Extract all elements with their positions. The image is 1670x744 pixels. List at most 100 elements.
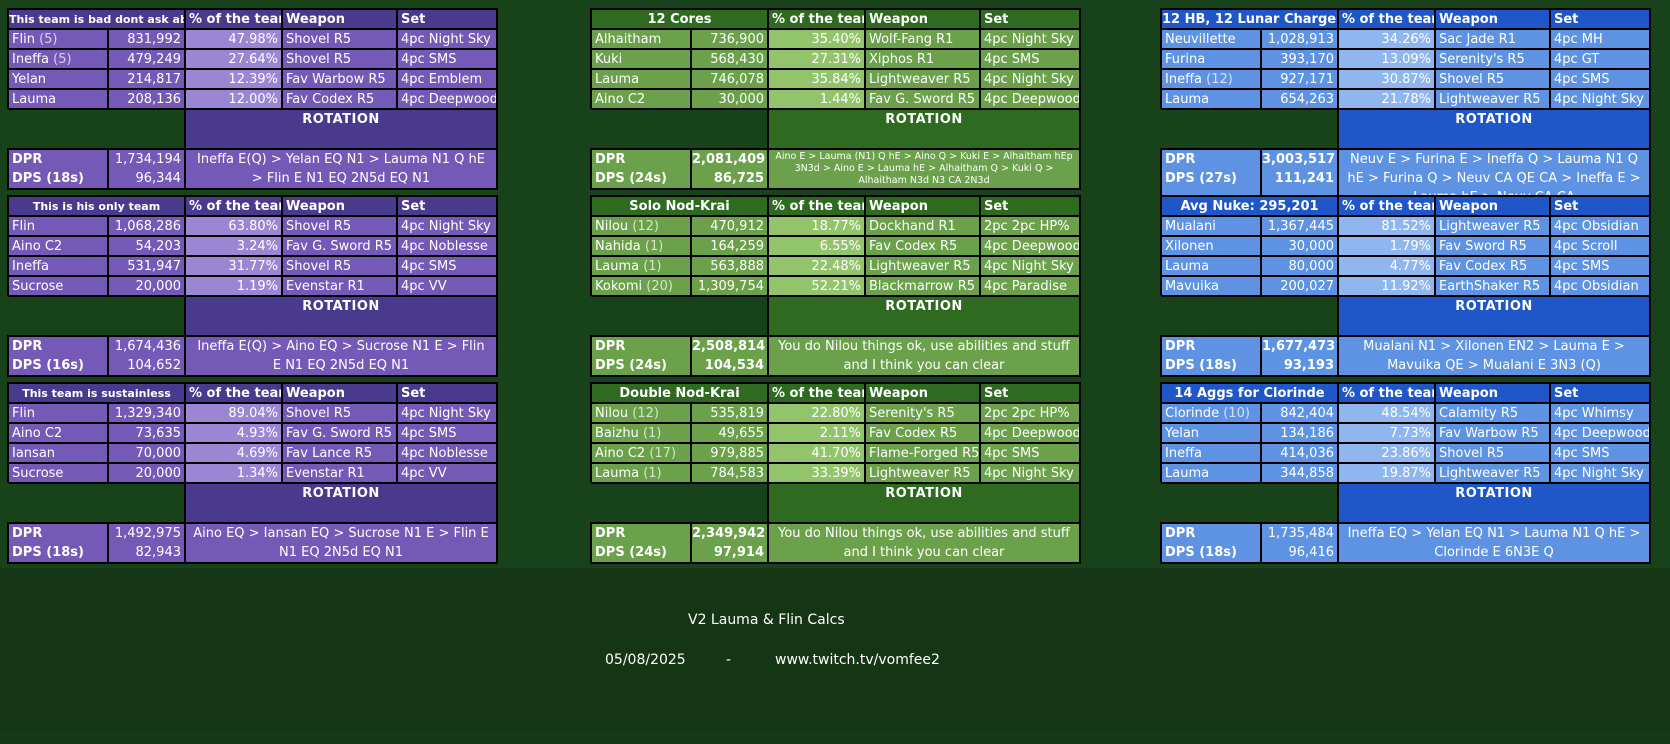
member-damage: 979,885: [690, 442, 767, 462]
dpr-label: DPR: [595, 526, 626, 541]
set-header: Set: [396, 8, 496, 28]
member-damage: 30,000: [690, 88, 767, 108]
member-percent: 27.31%: [767, 48, 864, 68]
member-set: 4pc VV: [396, 275, 496, 295]
rotation-header: ROTATION: [184, 295, 496, 335]
stat-values: 1,492,975 82,943: [107, 522, 184, 562]
member-percent: 63.80%: [184, 215, 281, 235]
member-weapon: Shovel R5: [281, 402, 396, 422]
dpr-label: DPR: [595, 339, 626, 354]
member-damage: 842,404: [1260, 402, 1337, 422]
member-set: 4pc Emblem: [396, 68, 496, 88]
member-damage: 214,817: [107, 68, 184, 88]
dps-value: 104,652: [127, 358, 181, 373]
member-note: (1): [643, 466, 662, 481]
member-percent: 4.77%: [1337, 255, 1434, 275]
dps-label: DPS (18s): [12, 545, 84, 560]
dpr-label: DPR: [1165, 526, 1196, 541]
weapon-header: Weapon: [864, 195, 979, 215]
member-weapon: Fav G. Sword R5: [281, 422, 396, 442]
member-name-text: Sucrose: [12, 279, 64, 294]
rotation-header: ROTATION: [1337, 295, 1649, 335]
member-name-text: Yelan: [1165, 426, 1200, 441]
member-set: 4pc Obsidian: [1549, 215, 1649, 235]
member-weapon: Lightweaver R5: [864, 255, 979, 275]
member-name: Ineffa: [1160, 442, 1260, 462]
member-name-text: Alhaitham: [595, 32, 662, 47]
member-set: 2pc 2pc HP%: [979, 215, 1079, 235]
weapon-header: Weapon: [281, 195, 396, 215]
member-name-text: Neuvillette: [1165, 32, 1236, 47]
dps-label: DPS (18s): [1165, 545, 1237, 560]
member-percent: 22.48%: [767, 255, 864, 275]
member-percent: 4.69%: [184, 442, 281, 462]
member-percent: 41.70%: [767, 442, 864, 462]
member-percent: 13.09%: [1337, 48, 1434, 68]
member-damage: 80,000: [1260, 255, 1337, 275]
member-damage: 414,036: [1260, 442, 1337, 462]
member-set: 2pc 2pc HP%: [979, 402, 1079, 422]
member-weapon: Fav Codex R5: [281, 88, 396, 108]
member-weapon: Lightweaver R5: [864, 68, 979, 88]
member-note: (5): [39, 32, 58, 47]
member-weapon: Lightweaver R5: [864, 462, 979, 482]
member-weapon: Shovel R5: [281, 255, 396, 275]
member-set: 4pc Night Sky: [979, 68, 1079, 88]
rotation-spacer: [7, 108, 184, 148]
team-table: Avg Nuke: 295,201% of the teamWeaponSet M…: [1160, 195, 1651, 377]
member-weapon: EarthShaker R5: [1434, 275, 1549, 295]
team-title: Avg Nuke: 295,201: [1160, 195, 1337, 215]
rotation-spacer: [1160, 108, 1337, 148]
member-weapon: Calamity R5: [1434, 402, 1549, 422]
pct-header: % of the team: [1337, 8, 1434, 28]
member-percent: 19.87%: [1337, 462, 1434, 482]
team-table: This is his only team% of the teamWeapon…: [7, 195, 498, 377]
dps-value: 104,534: [704, 358, 764, 373]
footer-separator: -: [726, 652, 732, 668]
member-weapon: Fav Codex R5: [864, 422, 979, 442]
member-name-text: Lauma: [595, 72, 640, 87]
dps-label: DPS (18s): [12, 171, 84, 186]
rotation-header: ROTATION: [767, 482, 1079, 522]
rotation-spacer: [7, 295, 184, 335]
footer-date: 05/08/2025: [605, 652, 686, 668]
set-header: Set: [1549, 382, 1649, 402]
member-set: 4pc Noblesse: [396, 442, 496, 462]
rotation-spacer: [590, 295, 767, 335]
member-name: Aino C2: [590, 88, 690, 108]
member-set: 4pc Deepwood: [396, 88, 496, 108]
member-name: Yelan: [1160, 422, 1260, 442]
member-name: Ineffa: [7, 255, 107, 275]
rotation-text: You do Nilou things ok, use abilities an…: [767, 335, 1079, 375]
member-weapon: Flame-Forged R5: [864, 442, 979, 462]
member-name: Lauma: [1160, 462, 1260, 482]
member-name: Aino C2 (17): [590, 442, 690, 462]
member-damage: 134,186: [1260, 422, 1337, 442]
team-table: Double Nod-Krai% of the teamWeaponSet Nil…: [590, 382, 1081, 564]
member-set: 4pc SMS: [396, 48, 496, 68]
member-percent: 18.77%: [767, 215, 864, 235]
rotation-header: ROTATION: [184, 482, 496, 522]
member-weapon: Lightweaver R5: [1434, 88, 1549, 108]
member-name-text: Ineffa: [1165, 72, 1202, 87]
member-name-text: Aino C2: [595, 92, 646, 107]
member-name: Kuki: [590, 48, 690, 68]
member-set: 4pc Night Sky: [396, 215, 496, 235]
rotation-text: Aino EQ > Iansan EQ > Sucrose N1 E > Fli…: [184, 522, 496, 562]
team-title: Solo Nod-Krai: [590, 195, 767, 215]
rotation-spacer: [590, 108, 767, 148]
member-percent: 12.00%: [184, 88, 281, 108]
member-name-text: Lauma: [1165, 259, 1210, 274]
member-name-text: Kuki: [595, 52, 623, 67]
member-name: Yelan: [7, 68, 107, 88]
member-percent: 27.64%: [184, 48, 281, 68]
member-percent: 35.40%: [767, 28, 864, 48]
member-name-text: Furina: [1165, 52, 1206, 67]
member-name: Neuvillette: [1160, 28, 1260, 48]
member-percent: 23.86%: [1337, 442, 1434, 462]
member-set: 4pc SMS: [396, 422, 496, 442]
member-damage: 30,000: [1260, 235, 1337, 255]
member-name-text: Xilonen: [1165, 239, 1214, 254]
member-set: 4pc Night Sky: [396, 28, 496, 48]
rotation-text: Ineffa E(Q) > Yelan EQ N1 > Lauma N1 Q h…: [184, 148, 496, 188]
